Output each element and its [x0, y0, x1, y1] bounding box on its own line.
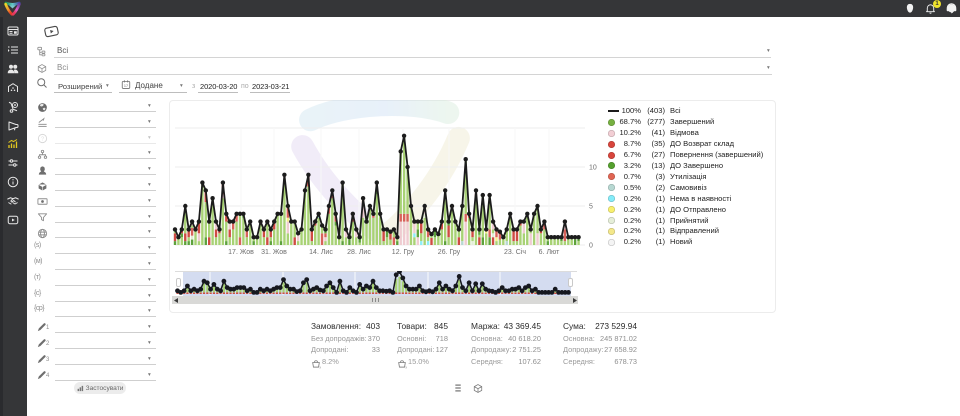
- svg-text:?: ?: [41, 136, 44, 142]
- svg-text:6. Лют: 6. Лют: [539, 249, 560, 256]
- svg-text:5: 5: [589, 204, 593, 211]
- svg-text:17. Жов: 17. Жов: [228, 249, 254, 256]
- svg-text:12. Гру: 12. Гру: [392, 249, 415, 256]
- svg-text:26. Гру: 26. Гру: [438, 249, 461, 256]
- svg-text:x: x: [405, 365, 407, 368]
- svg-text:14. Лис: 14. Лис: [309, 249, 333, 256]
- svg-text:x: x: [319, 365, 321, 368]
- svg-text:31. Жов: 31. Жов: [261, 249, 287, 256]
- svg-text:28. Лис: 28. Лис: [347, 249, 371, 256]
- svg-text:23. Січ: 23. Січ: [504, 248, 526, 256]
- svg-text:10: 10: [589, 165, 597, 172]
- svg-text:0: 0: [589, 243, 593, 250]
- svg-text:17: 17: [124, 84, 128, 88]
